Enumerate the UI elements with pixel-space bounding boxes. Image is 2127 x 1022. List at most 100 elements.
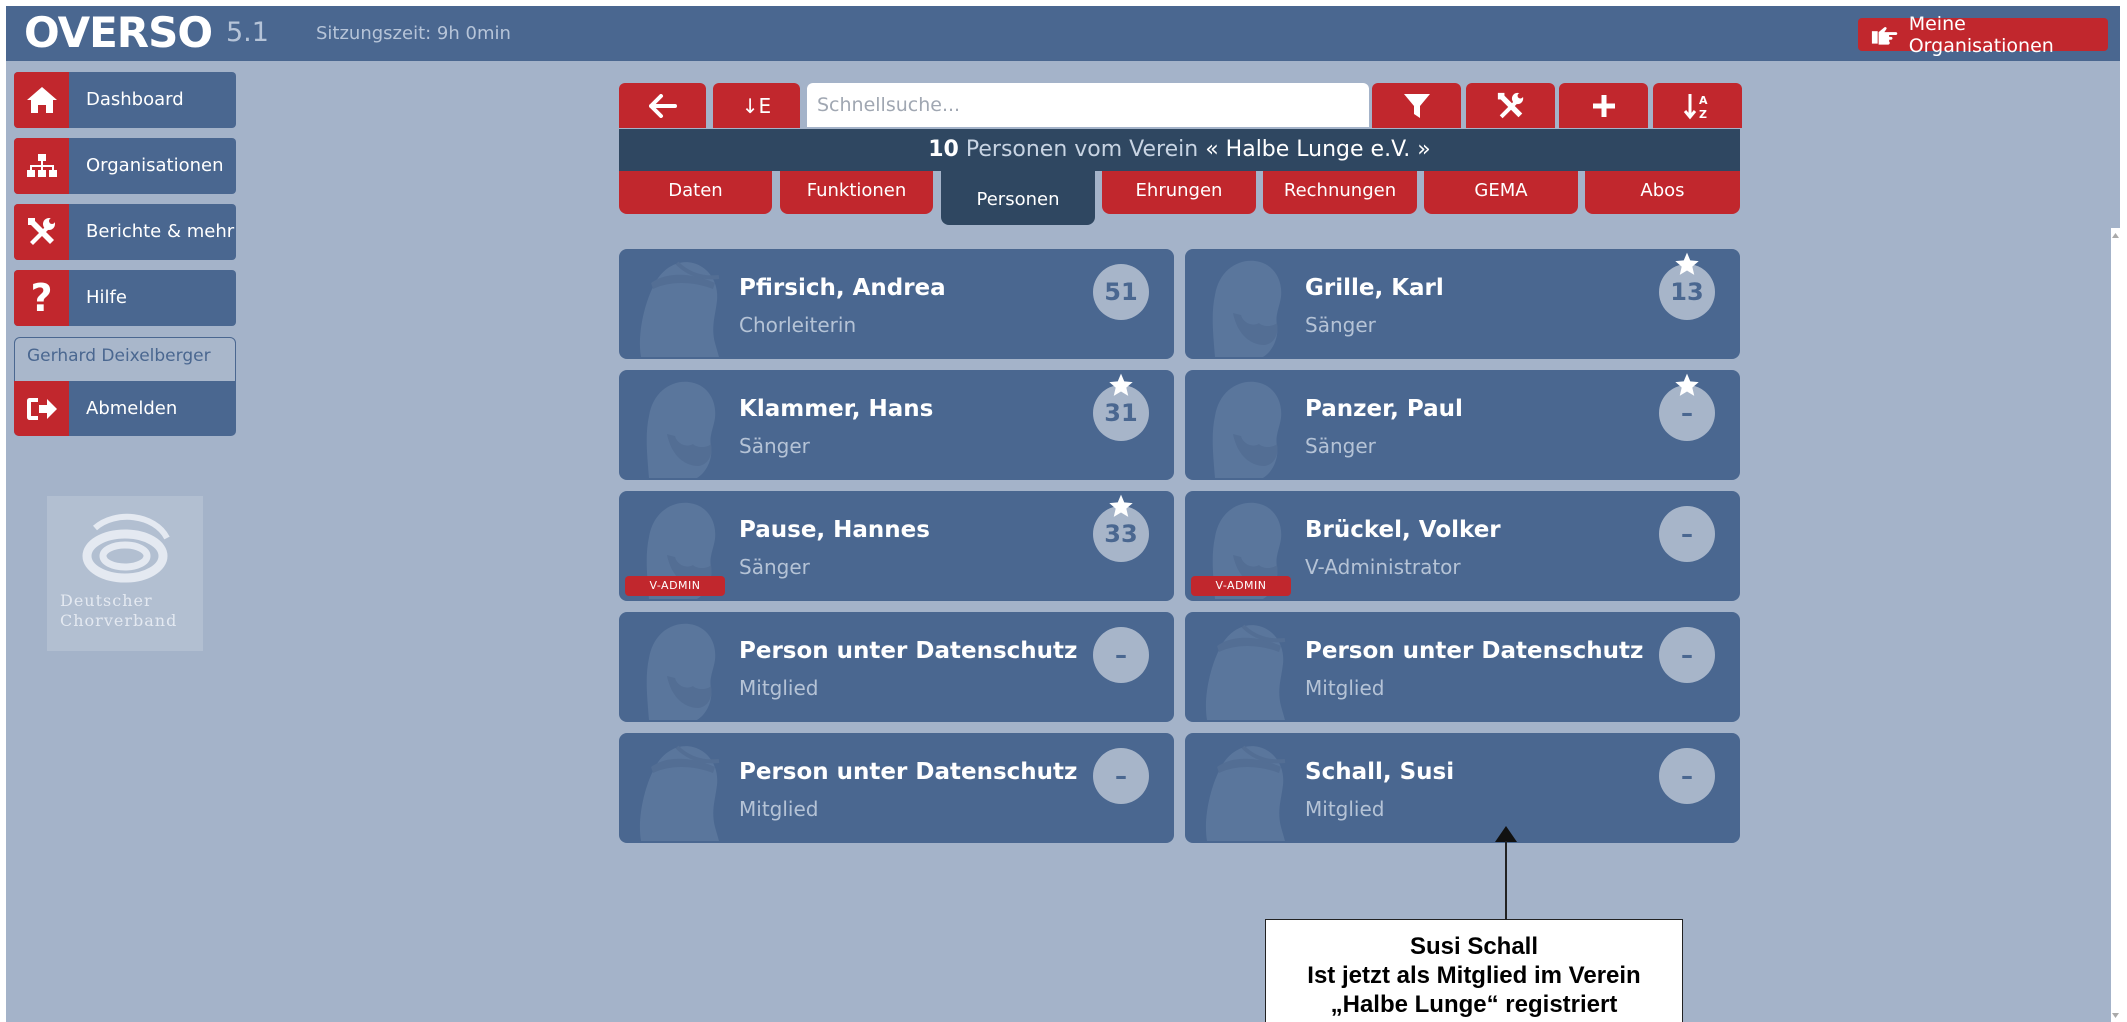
star-icon — [1674, 251, 1700, 277]
scrollbar[interactable] — [2111, 228, 2120, 1022]
chorverband-line2: Chorverband — [60, 611, 178, 630]
search-input[interactable] — [807, 83, 1369, 127]
user-box: Gerhard Deixelberger Abmelden — [14, 337, 236, 436]
person-role: Chorleiterin — [739, 313, 857, 337]
annotation-callout: Susi Schall Ist jetzt als Mitglied im Ve… — [1265, 919, 1683, 1022]
person-card[interactable]: Person unter Datenschutz Mitglied – — [619, 612, 1174, 722]
tab-personen[interactable]: Personen — [941, 171, 1095, 225]
person-card[interactable]: Person unter Datenschutz Mitglied – — [619, 733, 1174, 843]
person-name: Grille, Karl — [1305, 275, 1444, 301]
tools-icon — [14, 204, 69, 260]
person-role: Mitglied — [1305, 797, 1385, 821]
person-role: Sänger — [739, 555, 810, 579]
person-card[interactable]: Schall, Susi Mitglied – — [1185, 733, 1740, 843]
tab-label: Funktionen — [806, 180, 907, 201]
star-icon — [1674, 372, 1700, 398]
sidebar-item-berichte[interactable]: Berichte & mehr — [14, 204, 236, 260]
my-organisations-button[interactable]: Meine Organisationen — [1858, 13, 2108, 57]
female-avatar-icon — [1193, 616, 1293, 720]
person-card[interactable]: Person unter Datenschutz Mitglied – — [1185, 612, 1740, 722]
person-name: Schall, Susi — [1305, 759, 1455, 785]
tab-label: Abos — [1640, 180, 1685, 201]
back-button[interactable] — [619, 83, 706, 128]
person-card[interactable]: Pause, Hannes Sänger 33 V-ADMIN — [619, 491, 1174, 601]
membership-years-badge: – — [1659, 748, 1715, 804]
org-chart-icon — [14, 138, 69, 194]
vadmin-badge: V-ADMIN — [1191, 576, 1291, 596]
sort-alpha-icon: AZ — [1683, 93, 1708, 120]
tab-label: GEMA — [1474, 180, 1528, 201]
person-card[interactable]: Panzer, Paul Sänger – — [1185, 370, 1740, 480]
person-name: Person unter Datenschutz — [739, 759, 1078, 785]
app-version: 5.1 — [226, 17, 269, 48]
star-icon — [1108, 493, 1134, 519]
tab-gema[interactable]: GEMA — [1424, 171, 1578, 214]
tools-button[interactable] — [1466, 83, 1555, 128]
org-name: « Halbe Lunge e.V. » — [1205, 137, 1431, 162]
tab-label: Ehrungen — [1135, 180, 1223, 201]
male-avatar-icon — [1193, 253, 1293, 357]
logout-button[interactable]: Abmelden — [14, 381, 236, 436]
callout-line3: „Halbe Lunge“ registriert — [1330, 991, 1618, 1018]
add-button[interactable] — [1559, 83, 1648, 128]
person-count: 10 — [928, 137, 959, 162]
logout-label: Abmelden — [86, 398, 178, 419]
star-icon — [1108, 372, 1134, 398]
sidebar-item-label: Berichte & mehr — [86, 221, 235, 242]
user-name: Gerhard Deixelberger — [27, 346, 211, 366]
female-avatar-icon — [1193, 737, 1293, 841]
person-name: Brückel, Volker — [1305, 517, 1501, 543]
sidebar-item-dashboard[interactable]: Dashboard — [14, 72, 236, 128]
tab-label: Rechnungen — [1283, 180, 1397, 201]
chorverband-logo: Deutscher Chorverband — [47, 496, 203, 651]
sort-entries-label: ↓E — [741, 93, 772, 118]
sort-entries-button[interactable]: ↓E — [713, 83, 800, 128]
person-name: Klammer, Hans — [739, 396, 934, 422]
tab-label: Personen — [976, 189, 1060, 210]
person-role: Sänger — [739, 434, 810, 458]
tools-icon — [1497, 92, 1523, 118]
membership-years-badge: 51 — [1093, 264, 1149, 320]
person-card[interactable]: Pfirsich, Andrea Chorleiterin 51 — [619, 249, 1174, 359]
scroll-up-icon[interactable] — [2111, 231, 2120, 241]
svg-text:Z: Z — [1699, 108, 1707, 120]
app-window: OVERSO 5.1 Sitzungszeit: 9h 0min Meine O… — [6, 6, 2120, 1022]
app-logo[interactable]: OVERSO — [24, 8, 213, 58]
vadmin-badge: V-ADMIN — [625, 576, 725, 596]
sidebar-item-hilfe[interactable]: ? Hilfe — [14, 270, 236, 326]
filter-button[interactable] — [1372, 83, 1461, 128]
person-name: Pause, Hannes — [739, 517, 930, 543]
question-icon: ? — [14, 270, 69, 326]
male-avatar-icon — [627, 616, 727, 720]
chorverband-swirl-icon — [82, 513, 170, 583]
session-time: Sitzungszeit: 9h 0min — [316, 23, 511, 44]
female-avatar-icon — [627, 737, 727, 841]
sidebar-item-organisationen[interactable]: Organisationen — [14, 138, 236, 194]
scroll-down-icon[interactable] — [2111, 1010, 2120, 1020]
person-role: Mitglied — [1305, 676, 1385, 700]
pointing-hand-icon — [1871, 26, 1898, 45]
sidebar-item-label: Organisationen — [86, 155, 224, 176]
plus-icon — [1592, 94, 1615, 117]
tab-daten[interactable]: Daten — [619, 171, 772, 214]
home-icon — [14, 72, 69, 128]
arrow-left-icon — [648, 93, 677, 118]
sort-alpha-button[interactable]: AZ — [1653, 83, 1742, 128]
sidebar-item-label: Hilfe — [86, 287, 127, 308]
tab-funktionen[interactable]: Funktionen — [780, 171, 933, 214]
svg-text:A: A — [1699, 94, 1708, 107]
filter-icon — [1403, 93, 1430, 118]
person-name: Panzer, Paul — [1305, 396, 1463, 422]
tab-rechnungen[interactable]: Rechnungen — [1263, 171, 1417, 214]
title-text: Personen vom Verein — [965, 137, 1199, 162]
callout-arrow-icon — [1495, 826, 1517, 842]
person-card[interactable]: Brückel, Volker V-Administrator – V-ADMIN — [1185, 491, 1740, 601]
callout-line2: Ist jetzt als Mitglied im Verein — [1307, 962, 1641, 989]
tab-ehrungen[interactable]: Ehrungen — [1102, 171, 1256, 214]
person-card[interactable]: Grille, Karl Sänger 13 — [1185, 249, 1740, 359]
tab-abos[interactable]: Abos — [1585, 171, 1740, 214]
female-avatar-icon — [627, 253, 727, 357]
sign-out-icon — [14, 381, 69, 436]
person-card[interactable]: Klammer, Hans Sänger 31 — [619, 370, 1174, 480]
person-role: V-Administrator — [1305, 555, 1461, 579]
